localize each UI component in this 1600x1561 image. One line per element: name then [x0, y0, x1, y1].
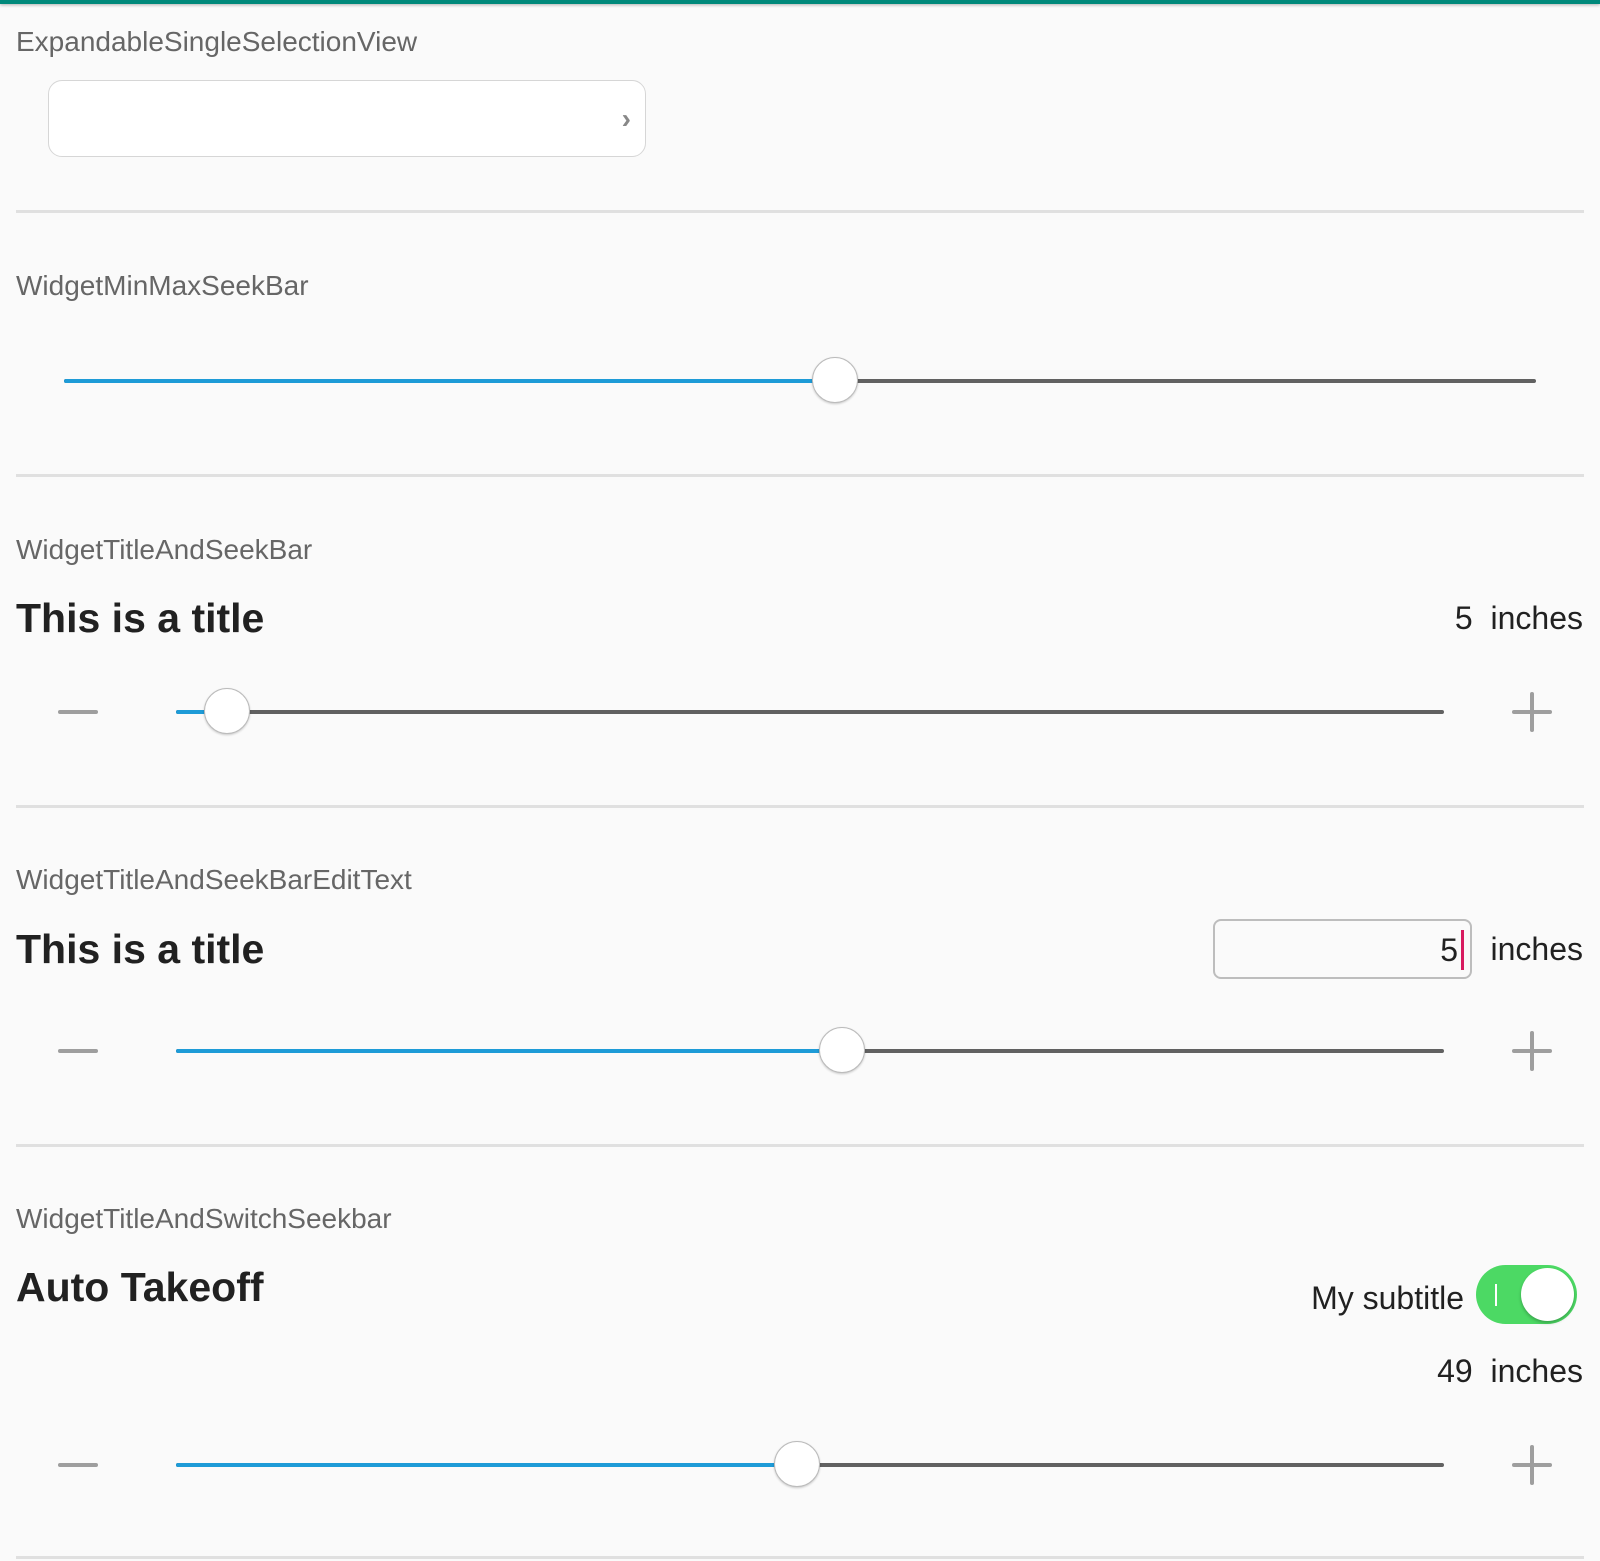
title-seekbar-edittext-slider[interactable]	[176, 1027, 1444, 1073]
title-seekbar-slider[interactable]	[176, 688, 1444, 734]
seekbar-thumb[interactable]	[818, 1027, 865, 1073]
plus-icon[interactable]	[1512, 1445, 1552, 1485]
seekbar-progress	[176, 1049, 842, 1053]
divider	[16, 1556, 1584, 1559]
seekbar-progress	[64, 379, 836, 383]
seekbar-progress	[176, 1463, 798, 1467]
auto-takeoff-toggle[interactable]	[1476, 1265, 1577, 1324]
minmax-seekbar[interactable]	[64, 357, 1536, 403]
seekbar-thumb[interactable]	[812, 357, 859, 403]
value-unit: inches	[1490, 1353, 1584, 1389]
title-seekbar-title: This is a title	[16, 595, 265, 641]
section-label-title-seekbar: WidgetTitleAndSeekBar	[16, 534, 313, 565]
value-input[interactable]: 5	[1213, 919, 1472, 979]
switch-seekbar-value: 49 inches	[1437, 1355, 1583, 1387]
section-label-expandable: ExpandableSingleSelectionView	[16, 26, 418, 57]
title-seekbar-value: 5 inches	[1455, 602, 1583, 634]
plus-icon[interactable]	[1512, 1031, 1552, 1071]
expandable-selection-field[interactable]: ›	[48, 80, 646, 157]
text-caret	[1461, 930, 1464, 970]
seekbar-thumb[interactable]	[203, 688, 250, 734]
value-number: 5	[1454, 600, 1473, 636]
divider	[16, 474, 1584, 477]
toggle-knob	[1521, 1268, 1574, 1321]
divider	[16, 1144, 1584, 1147]
section-label-minmax: WidgetMinMaxSeekBar	[16, 270, 309, 301]
switch-subtitle: My subtitle	[1311, 1280, 1464, 1316]
section-label-title-switch-seekbar: WidgetTitleAndSwitchSeekbar	[16, 1203, 392, 1234]
unit-label: inches	[1490, 931, 1584, 967]
value-unit: inches	[1490, 600, 1584, 636]
divider	[16, 805, 1584, 808]
switch-seekbar-title: Auto Takeoff	[16, 1264, 264, 1310]
plus-icon[interactable]	[1512, 692, 1552, 732]
minus-icon[interactable]	[58, 710, 98, 714]
switch-seekbar-slider[interactable]	[176, 1441, 1444, 1487]
minus-icon[interactable]	[58, 1049, 98, 1053]
section-label-title-seekbar-edittext: WidgetTitleAndSeekBarEditText	[16, 864, 412, 895]
value-input-text: 5	[1440, 932, 1458, 968]
seekbar-thumb[interactable]	[774, 1441, 821, 1487]
divider	[16, 210, 1584, 213]
toggle-on-indicator	[1495, 1284, 1497, 1306]
top-app-bar-edge	[0, 0, 1600, 4]
title-seekbar-edittext-title: This is a title	[16, 926, 265, 972]
chevron-right-icon: ›	[621, 103, 631, 134]
value-number: 49	[1437, 1353, 1473, 1389]
minus-icon[interactable]	[58, 1463, 98, 1467]
